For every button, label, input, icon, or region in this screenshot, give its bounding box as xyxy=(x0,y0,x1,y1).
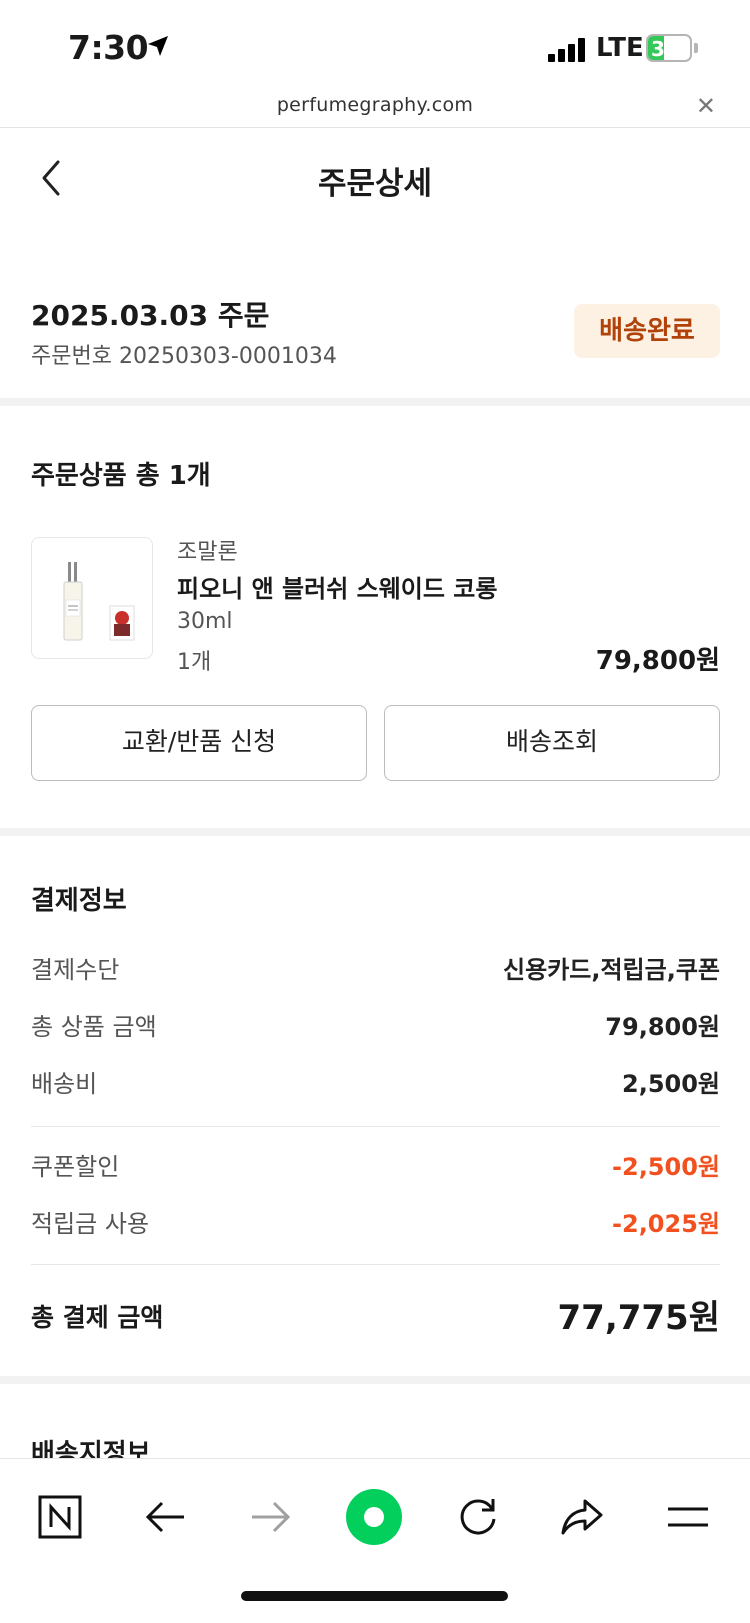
green-action-button[interactable] xyxy=(344,1487,404,1547)
green-dot-icon xyxy=(346,1489,402,1545)
order-summary: 2025.03.03 주문 주문번호 20250303-0001034 배송완료 xyxy=(0,238,750,398)
track-delivery-button[interactable]: 배송조회 xyxy=(384,705,720,781)
order-number: 주문번호 20250303-0001034 xyxy=(31,344,337,369)
url-text: perfumegraphy.com xyxy=(276,94,474,116)
section-divider xyxy=(0,1376,750,1384)
status-bar: 7:30 LTE 39 ⚡ xyxy=(0,0,750,92)
refresh-button[interactable] xyxy=(448,1487,508,1547)
payment-method-label: 결제수단 xyxy=(31,956,120,984)
perfume-bottle-image xyxy=(63,562,135,641)
section-divider xyxy=(0,828,750,836)
coupon-discount-label: 쿠폰할인 xyxy=(31,1153,120,1181)
payment-divider xyxy=(31,1264,720,1265)
refresh-icon xyxy=(460,1499,496,1535)
forward-nav-button[interactable] xyxy=(240,1487,300,1547)
close-icon[interactable]: ✕ xyxy=(696,92,716,120)
section-divider xyxy=(0,398,750,406)
charging-bolt-icon: ⚡ xyxy=(680,38,692,59)
points-used-row: 적립금 사용 -2,025원 xyxy=(31,1204,720,1244)
home-indicator[interactable] xyxy=(241,1591,508,1601)
battery-level: 39 xyxy=(651,37,679,61)
product-total-label: 총 상품 금액 xyxy=(31,1013,157,1041)
address-bar[interactable]: perfumegraphy.com ✕ xyxy=(0,88,750,128)
share-icon xyxy=(561,1499,603,1535)
status-badge: 배송완료 xyxy=(574,304,720,358)
product-price: 79,800원 xyxy=(595,646,720,676)
page-header: 주문상세 xyxy=(0,128,750,238)
share-button[interactable] xyxy=(552,1487,612,1547)
battery-icon: 39 ⚡ xyxy=(646,34,698,62)
products-title: 주문상품 총 1개 xyxy=(31,461,211,491)
product-thumbnail[interactable] xyxy=(31,537,153,659)
grand-total-value: 77,775원 xyxy=(557,1298,720,1338)
shipping-fee-value: 2,500원 xyxy=(622,1070,720,1098)
payment-info: 결제정보 결제수단 신용카드,적립금,쿠폰 총 상품 금액 79,800원 배송… xyxy=(0,836,750,1376)
product-brand: 조말론 xyxy=(177,540,238,565)
product-option: 30ml xyxy=(177,609,233,634)
shipping-fee-label: 배송비 xyxy=(31,1070,98,1098)
network-type: LTE xyxy=(596,33,644,63)
payment-title: 결제정보 xyxy=(31,886,127,916)
points-used-value: -2,025원 xyxy=(612,1210,720,1238)
product-total-row: 총 상품 금액 79,800원 xyxy=(31,1007,720,1047)
cellular-signal-icon xyxy=(548,38,588,62)
order-products: 주문상품 총 1개 조말론 피오니 앤 블러쉬 스웨이드 코롱 30ml 1개 … xyxy=(0,406,750,826)
status-time: 7:30 xyxy=(68,28,149,67)
naver-home-button[interactable] xyxy=(30,1487,90,1547)
menu-button[interactable] xyxy=(658,1487,718,1547)
browser-toolbar xyxy=(0,1458,750,1623)
shipping-fee-row: 배송비 2,500원 xyxy=(31,1064,720,1104)
product-total-value: 79,800원 xyxy=(605,1013,720,1041)
menu-icon xyxy=(668,1507,708,1527)
product-quantity: 1개 xyxy=(177,650,212,675)
forward-arrow-icon xyxy=(252,1501,291,1533)
points-used-label: 적립금 사용 xyxy=(31,1210,150,1238)
back-arrow-icon xyxy=(145,1501,184,1533)
location-arrow-icon xyxy=(148,36,168,56)
grand-total-label: 총 결제 금액 xyxy=(31,1303,164,1332)
payment-method-value: 신용카드,적립금,쿠폰 xyxy=(503,956,720,984)
exchange-return-button[interactable]: 교환/반품 신청 xyxy=(31,705,367,781)
naver-home-icon xyxy=(38,1495,82,1539)
product-name[interactable]: 피오니 앤 블러쉬 스웨이드 코롱 xyxy=(177,569,497,604)
payment-divider xyxy=(31,1126,720,1127)
page-title: 주문상세 xyxy=(317,166,433,202)
coupon-discount-value: -2,500원 xyxy=(612,1153,720,1181)
back-nav-button[interactable] xyxy=(136,1487,196,1547)
coupon-discount-row: 쿠폰할인 -2,500원 xyxy=(31,1147,720,1187)
order-date: 2025.03.03 주문 xyxy=(31,299,270,332)
payment-method-row: 결제수단 신용카드,적립금,쿠폰 xyxy=(31,950,720,990)
